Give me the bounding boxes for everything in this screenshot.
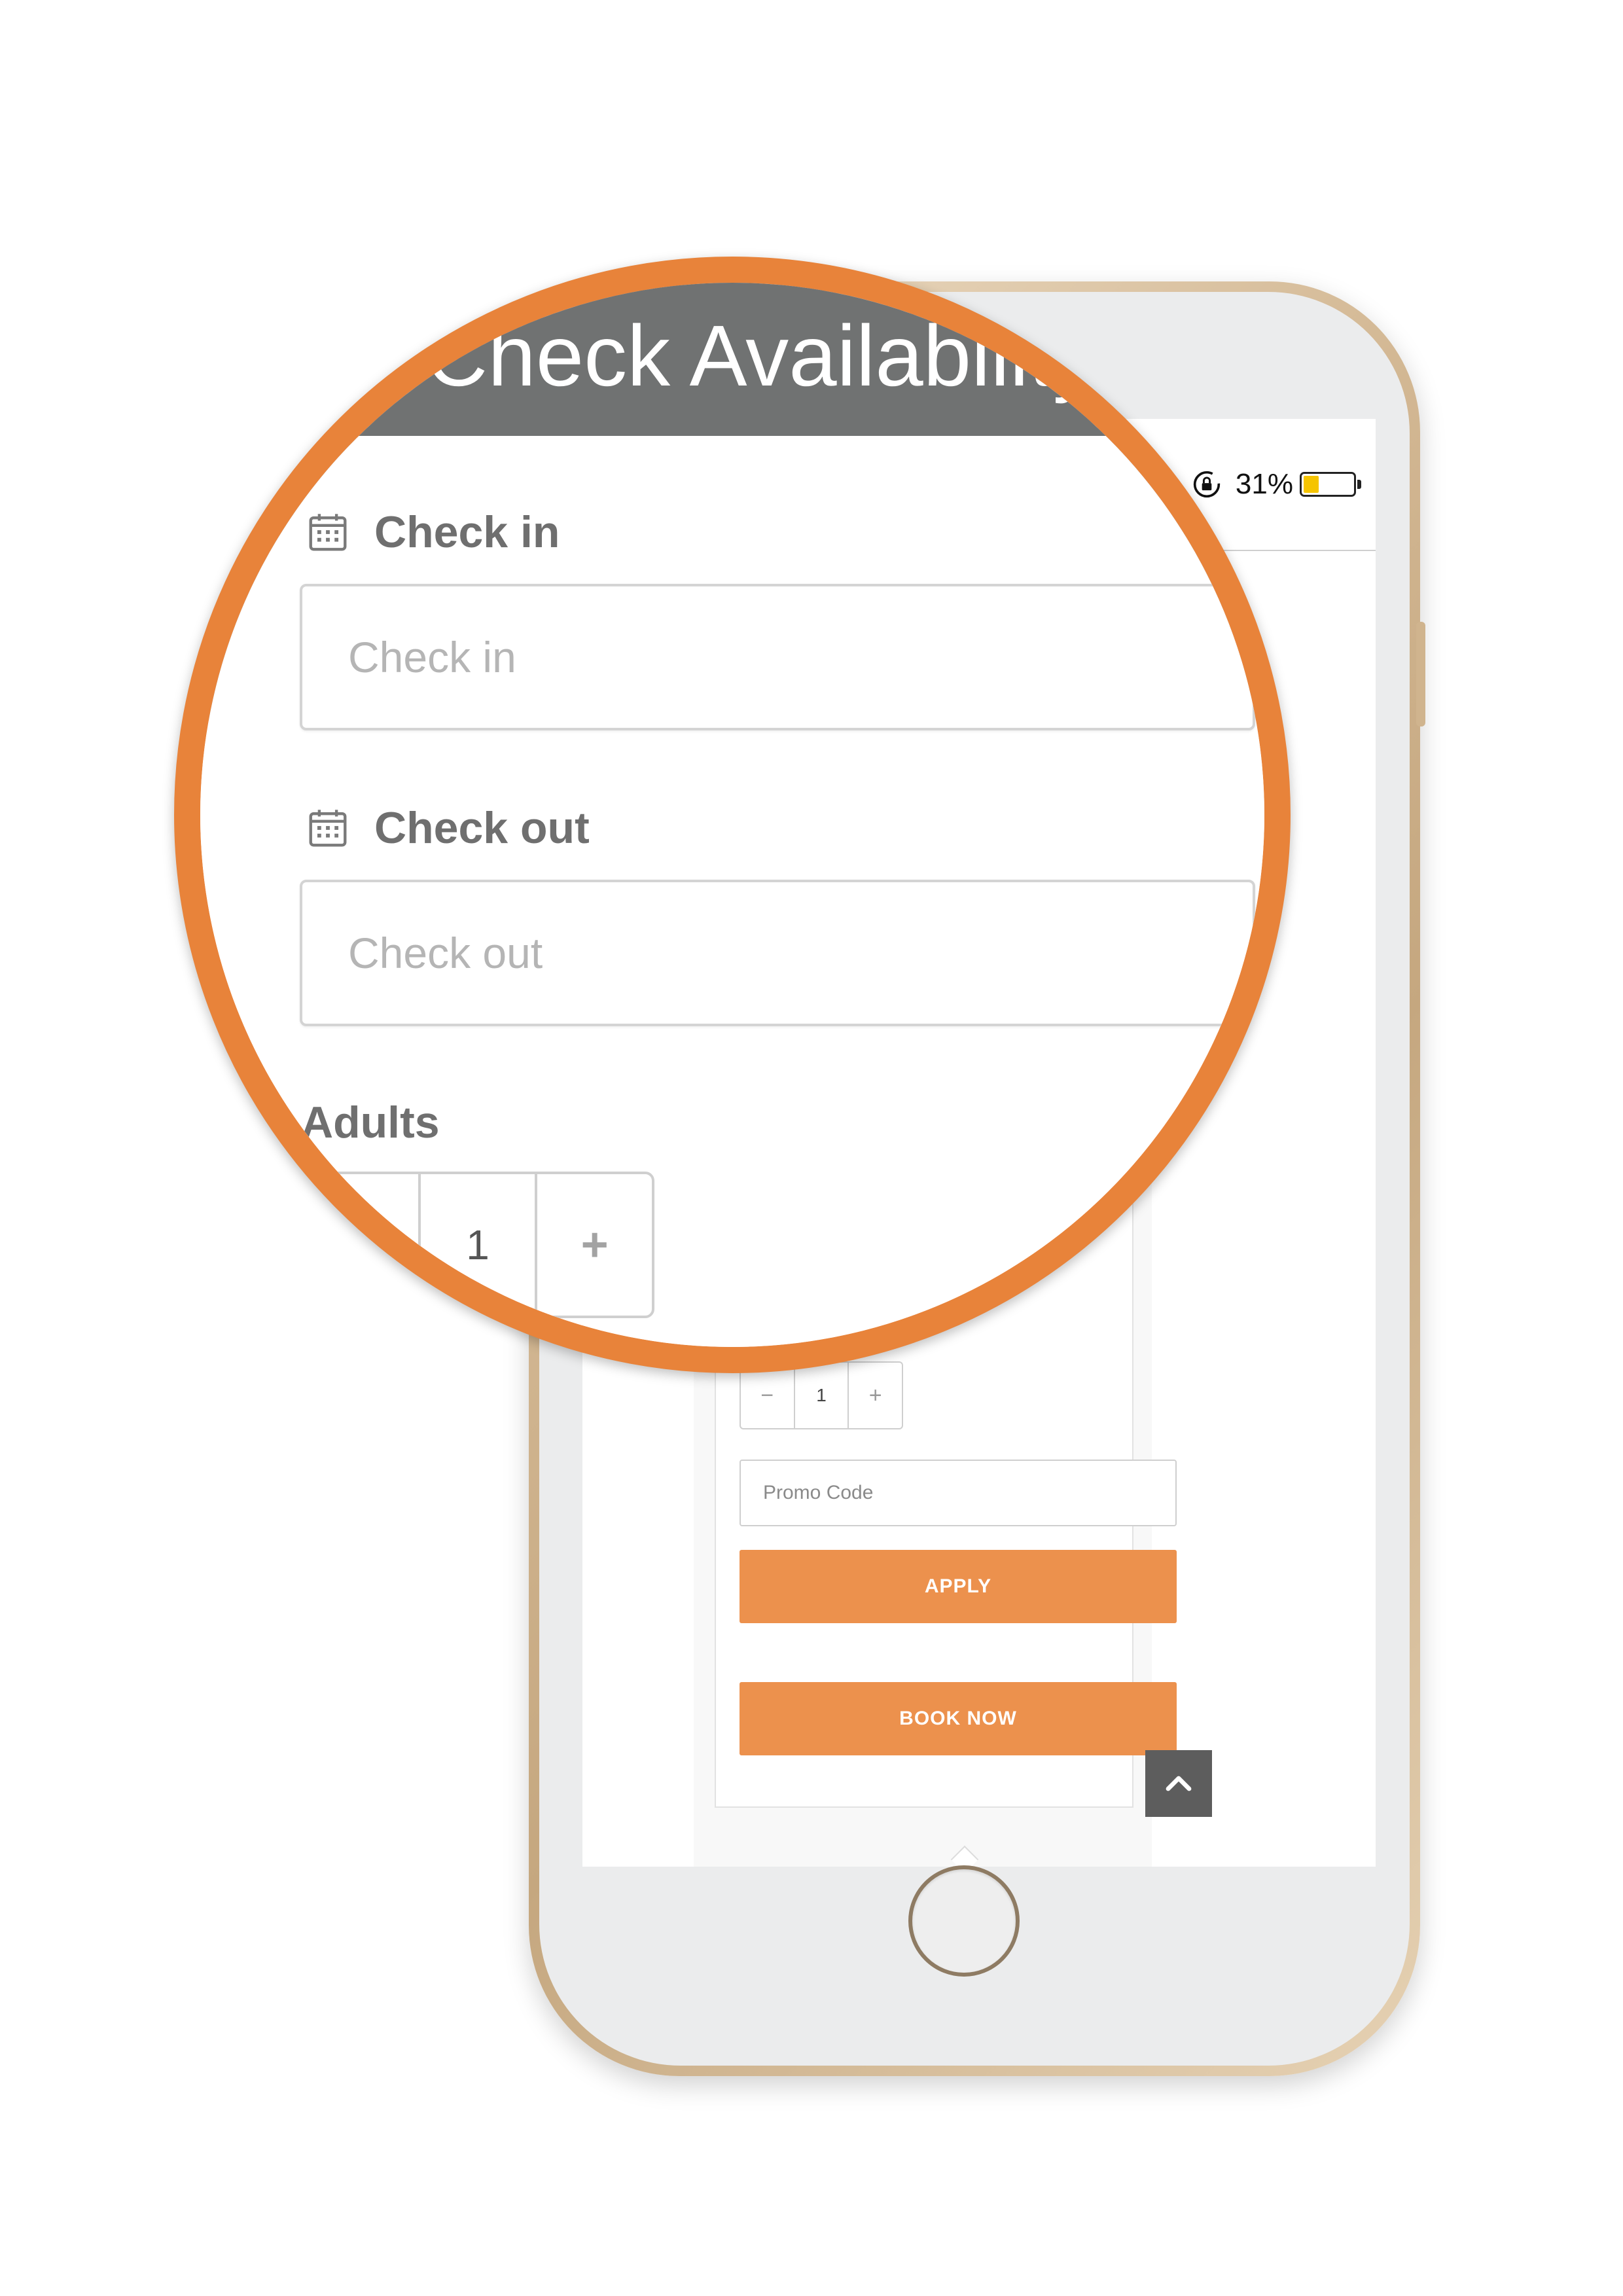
magnified-adults-count[interactable]: 1 xyxy=(418,1174,535,1316)
calendar-icon xyxy=(309,514,347,551)
check-out-label: Check out xyxy=(305,802,590,853)
battery-icon xyxy=(1300,472,1356,497)
check-in-label-text: Check in xyxy=(374,507,560,557)
check-out-input[interactable] xyxy=(300,880,1255,1026)
adults-count[interactable]: 1 xyxy=(793,1363,848,1428)
magnified-content: Check Availability Check in Check out xyxy=(200,283,1264,1347)
increment-button[interactable]: + xyxy=(847,1363,902,1428)
home-button[interactable] xyxy=(908,1865,1020,1977)
apply-button[interactable]: APPLY xyxy=(740,1550,1177,1623)
phone-side-button xyxy=(1416,622,1425,726)
magnified-decrement-button[interactable] xyxy=(304,1174,418,1316)
scroll-to-top-button[interactable] xyxy=(1145,1750,1212,1817)
magnifier-circle: Check Availability Check in Check out xyxy=(174,257,1291,1373)
magnified-adults-stepper: 1 + xyxy=(301,1172,654,1318)
calendar-icon xyxy=(309,810,347,847)
promo-code-input[interactable] xyxy=(740,1460,1177,1526)
battery-fill xyxy=(1304,476,1319,493)
check-in-input[interactable] xyxy=(300,584,1255,730)
magnified-increment-button[interactable]: + xyxy=(535,1174,652,1316)
check-in-label: Check in xyxy=(305,507,560,558)
check-out-label-text: Check out xyxy=(374,803,590,853)
adults-label: Adults xyxy=(301,1098,440,1147)
check-availability-title: Check Availability xyxy=(425,308,1096,404)
chevron-up-icon xyxy=(1166,1776,1192,1791)
book-now-button[interactable]: BOOK NOW xyxy=(740,1682,1177,1755)
battery-tip xyxy=(1357,480,1361,489)
